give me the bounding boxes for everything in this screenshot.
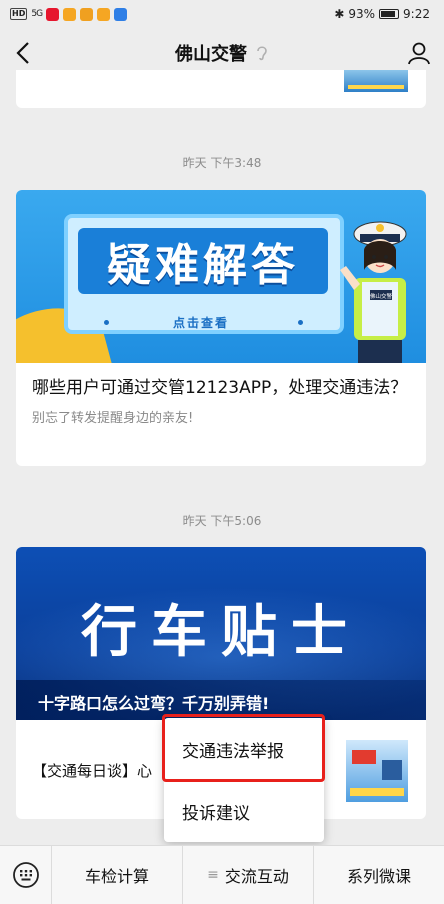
menu-label: 系列微课 [346, 867, 411, 886]
thumb-shape [350, 788, 404, 796]
thumb-shape [352, 750, 376, 764]
menu-list-icon: ≡ [207, 867, 219, 883]
app-icon-2 [80, 7, 94, 21]
banner-subtitle[interactable]: 十字路口怎么过弯？千万别弄错! [16, 680, 426, 720]
ear-icon [257, 46, 267, 61]
hd-icon: HD [10, 8, 28, 20]
article-banner: 疑难解答 点击查看 佛山交警 [16, 190, 426, 363]
menu-interaction[interactable]: ≡ 交流互动 [183, 845, 314, 904]
status-left: HD 5G [10, 7, 128, 21]
banner-title: 疑难解答 [78, 228, 328, 294]
article-body: 哪些用户可通过交管12123APP，处理交通违法？ 别忘了转发提醒身边的亲友! [16, 363, 426, 442]
back-arrow-icon[interactable] [12, 40, 36, 66]
menu-item-complaint-suggestion[interactable]: 投诉建议 [164, 780, 324, 842]
sub-article-thumbnail [346, 740, 408, 802]
banner-title: 行车贴士 [81, 600, 361, 665]
timestamp: 昨天 下午5:06 [182, 514, 262, 528]
menu-label: 车检计算 [84, 867, 149, 886]
sub-article-title[interactable]: 【交通每日谈】心 [32, 760, 152, 781]
status-bar: HD 5G ✱ 93% 9:22 [0, 0, 444, 28]
clock: 9:22 [403, 7, 430, 21]
menu-car-inspection[interactable]: 车检计算 [52, 845, 183, 904]
submenu-popup: 交通违法举报 投诉建议 [164, 718, 324, 842]
banner-dot [298, 320, 303, 325]
keyboard-icon [12, 862, 39, 888]
app-icon [63, 7, 77, 21]
menu-micro-courses[interactable]: 系列微课 [314, 846, 444, 904]
banner-dot [104, 320, 109, 325]
thumb-shape [382, 760, 402, 780]
battery-icon [379, 9, 400, 19]
police-officer-illustration: 佛山交警 [340, 221, 407, 363]
officer-badge-text: 佛山交警 [370, 292, 393, 300]
article-banner: 行车贴士 十字路口怎么过弯？千万别弄错! [16, 547, 426, 720]
timestamp: 昨天 下午3:48 [182, 156, 262, 170]
weibo-app-icon [46, 7, 60, 21]
bottom-menu-bar: 车检计算 ≡ 交流互动 系列微课 [0, 845, 444, 904]
previous-article-card[interactable] [16, 70, 426, 108]
battery-percent: 93% [348, 7, 376, 21]
banner-subtitle: 点击查看 [172, 316, 229, 330]
keyboard-toggle-button[interactable] [0, 845, 52, 904]
bluetooth-icon: ✱ [334, 7, 345, 21]
menu-label: 交流互动 [224, 867, 289, 886]
menu-item-traffic-violation-report[interactable]: 交通违法举报 [164, 718, 324, 780]
app-icon-3 [97, 7, 111, 21]
status-right: ✱ 93% 9:22 [334, 7, 430, 21]
article-description: 别忘了转发提醒身边的亲友! [32, 411, 194, 426]
article-title[interactable]: 哪些用户可通过交管12123APP，处理交通违法？ [32, 375, 410, 401]
signal-icon: 5G [31, 9, 43, 19]
user-icon[interactable] [406, 40, 432, 66]
article-card[interactable]: 疑难解答 点击查看 佛山交警 哪些用户可通过交管12123APP，处理交通违法？… [16, 190, 426, 466]
app-icon-4 [114, 7, 128, 21]
page-title: 佛山交警 [175, 44, 247, 65]
article-thumbnail [344, 70, 408, 92]
